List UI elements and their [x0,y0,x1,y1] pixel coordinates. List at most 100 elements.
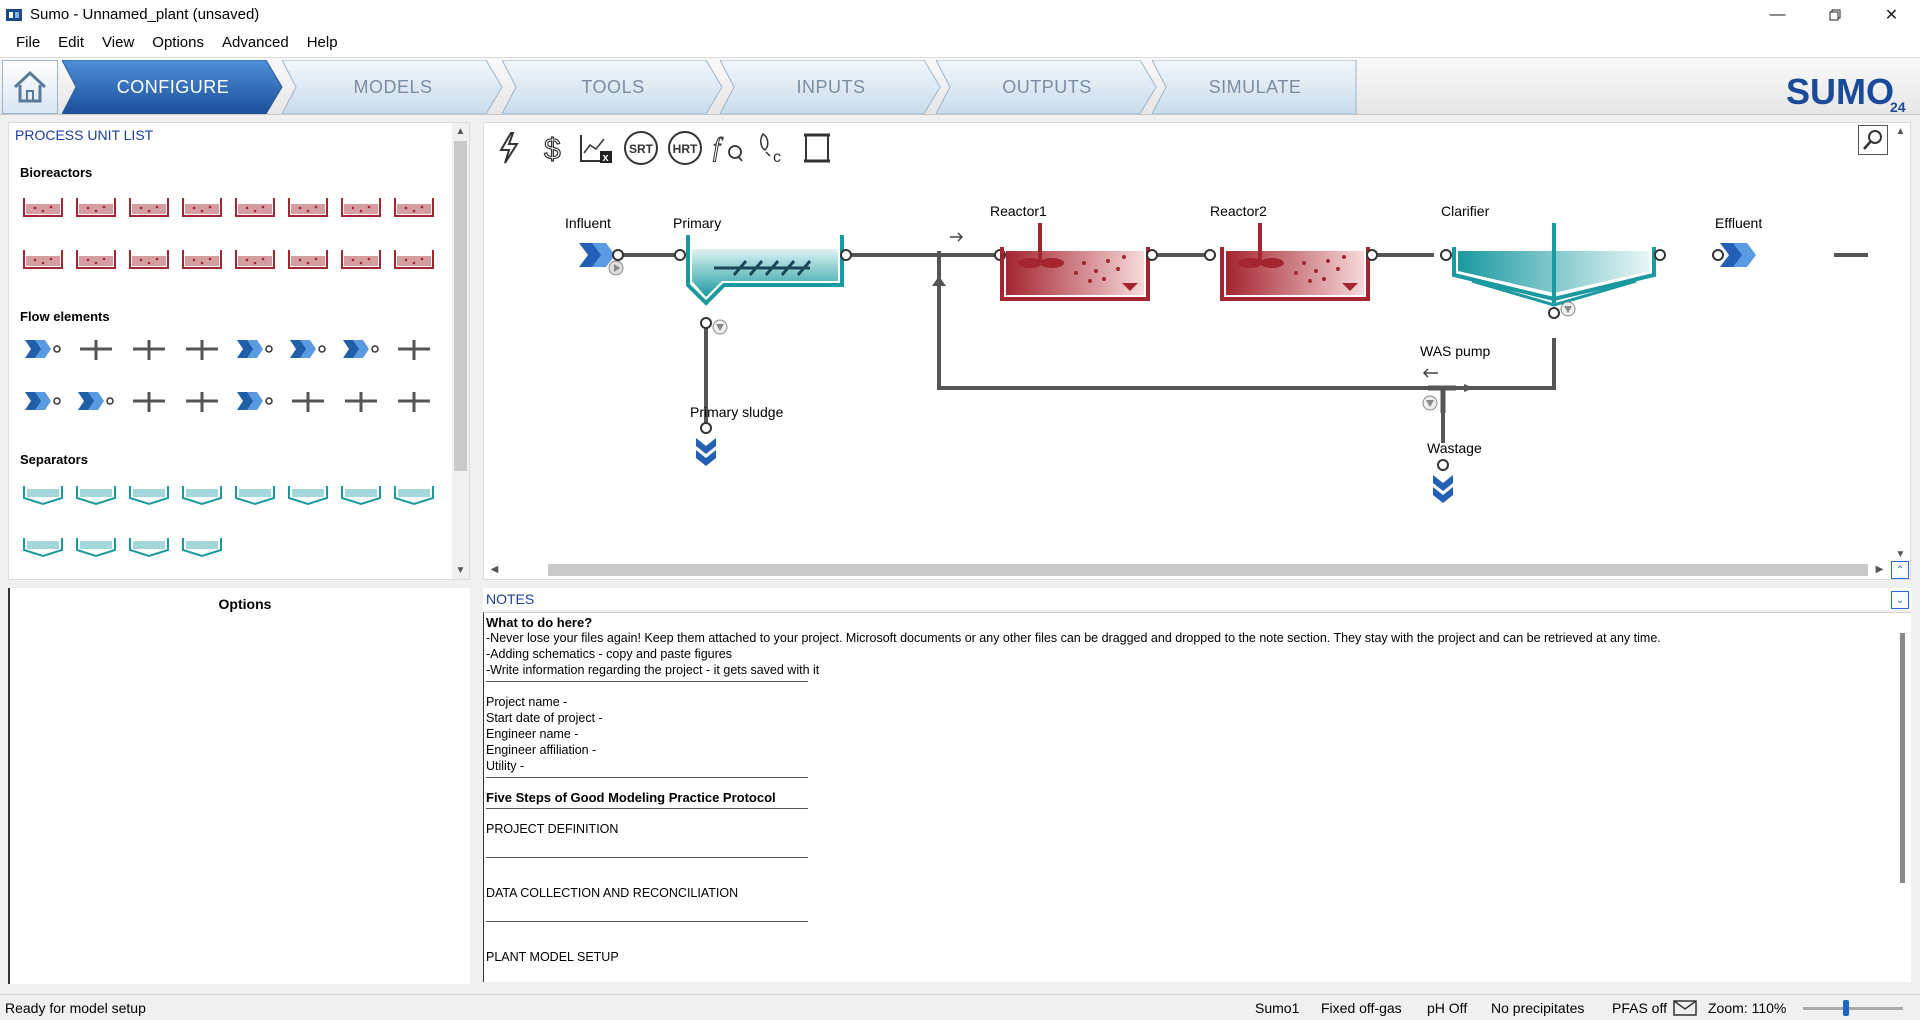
flow-element-unit-icon[interactable] [20,381,66,421]
separator-unit-icon[interactable] [338,473,384,513]
bioreactor-unit-icon[interactable] [338,237,384,277]
canvas-scroll-right-icon[interactable]: ▶ [1871,561,1888,578]
home-button[interactable] [2,60,58,114]
sumo-logo: SUMO 24 [1782,60,1912,115]
close-icon[interactable]: ✕ [1863,0,1920,29]
envelope-icon[interactable] [1673,1000,1697,1016]
status-pfas[interactable]: PFAS off [1612,1000,1667,1016]
logo-version: 24 [1890,99,1906,114]
separator-unit-icon[interactable] [73,473,119,513]
window-title: Sumo - Unnamed_plant (unsaved) [30,6,260,23]
bioreactor-unit-icon[interactable] [232,237,278,277]
menu-edit[interactable]: Edit [49,29,93,57]
flow-element-unit-icon[interactable] [338,381,384,421]
note-separator [486,808,808,809]
tab-inputs[interactable]: INPUTS [720,60,942,114]
tab-models[interactable]: MODELS [282,60,504,114]
separator-unit-icon[interactable] [73,525,119,565]
bioreactor-unit-icon[interactable] [179,237,225,277]
bioreactor-unit-icon[interactable] [391,185,437,225]
bioreactor-unit-icon[interactable] [338,185,384,225]
flow-element-unit-icon[interactable] [232,329,278,369]
separator-unit-icon[interactable] [285,473,331,513]
flow-element-unit-icon[interactable] [126,329,172,369]
separator-unit-icon[interactable] [179,525,225,565]
canvas-vscrollbar[interactable]: ▲ ▼ [1892,123,1910,563]
tab-tools-label: TOOLS [581,76,645,97]
canvas-scroll-up-icon[interactable]: ▲ [1892,123,1909,140]
expand-up-icon[interactable]: ⌃ [1891,561,1909,579]
flow-element-unit-icon[interactable] [285,329,331,369]
separator-unit-icon[interactable] [391,473,437,513]
flow-element-unit-icon[interactable] [20,329,66,369]
tab-tools[interactable]: TOOLS [502,60,724,114]
scroll-up-icon[interactable]: ▲ [452,123,469,140]
status-precipitates[interactable]: No precipitates [1491,1000,1584,1016]
flow-element-unit-icon[interactable] [73,329,119,369]
bioreactor-unit-icon[interactable] [285,185,331,225]
notes-editor[interactable]: What to do here? -Never lose your files … [483,612,1911,982]
menu-file[interactable]: File [7,29,49,57]
options-title: Options [218,596,272,612]
separator-unit-icon[interactable] [126,525,172,565]
status-offgas[interactable]: Fixed off-gas [1321,1000,1402,1016]
flow-element-unit-icon[interactable] [391,381,437,421]
note-line: Engineer name - [486,727,579,741]
bioreactor-unit-icon[interactable] [20,237,66,277]
note-separator [486,857,808,858]
tab-simulate[interactable]: SIMULATE [1152,60,1358,114]
status-ph[interactable]: pH Off [1427,1000,1467,1016]
tab-simulate-label: SIMULATE [1208,76,1302,97]
influent-unit [579,243,686,276]
flow-element-unit-icon[interactable] [232,381,278,421]
title-bar: Sumo - Unnamed_plant (unsaved) — ✕ [0,0,1920,29]
status-model[interactable]: Sumo1 [1255,1000,1299,1016]
separator-unit-icon[interactable] [232,473,278,513]
flow-element-unit-icon[interactable] [338,329,384,369]
tab-outputs[interactable]: OUTPUTS [936,60,1158,114]
menu-view[interactable]: View [93,29,143,57]
unit-list-scrollbar[interactable]: ▲ ▼ [452,123,469,579]
bioreactor-unit-icon[interactable] [285,237,331,277]
zoom-slider-thumb[interactable] [1843,1000,1849,1016]
restore-icon[interactable] [1806,0,1863,29]
menu-options[interactable]: Options [143,29,213,57]
flow-element-unit-icon[interactable] [285,381,331,421]
flow-element-unit-icon[interactable] [126,381,172,421]
flow-element-unit-icon[interactable] [179,329,225,369]
scroll-thumb[interactable] [454,141,467,471]
label-primary-sludge: Primary sludge [690,404,784,420]
tab-configure[interactable]: CONFIGURE [62,60,284,114]
separator-unit-icon[interactable] [20,473,66,513]
notes-scrollbar[interactable] [1893,613,1911,981]
bioreactor-unit-icon[interactable] [73,237,119,277]
canvas-scroll-left-icon[interactable]: ◀ [486,561,503,578]
canvas-hscrollbar[interactable]: ◀ ▶ [484,561,1888,579]
scroll-down-icon[interactable]: ▼ [452,562,469,579]
bioreactor-unit-icon[interactable] [73,185,119,225]
canvas-hscroll-thumb[interactable] [548,564,1868,576]
notes-scroll-thumb[interactable] [1900,633,1905,883]
zoom-slider-track[interactable] [1803,1007,1903,1010]
minimize-icon[interactable]: — [1749,0,1806,29]
section-flow-elements: Flow elements [20,309,110,324]
separator-unit-icon[interactable] [179,473,225,513]
note-protocol-heading: Five Steps of Good Modeling Practice Pro… [486,790,776,805]
status-zoom: Zoom: 110% [1708,1000,1787,1016]
flow-element-unit-icon[interactable] [391,329,437,369]
flowsheet-canvas[interactable]: $ x SRT HRT f c Influent Primary Reactor… [483,122,1911,580]
bioreactor-unit-icon[interactable] [126,185,172,225]
bioreactor-unit-icon[interactable] [20,185,66,225]
bioreactor-unit-icon[interactable] [391,237,437,277]
bioreactor-unit-icon[interactable] [126,237,172,277]
collapse-notes-icon[interactable]: ⌄ [1891,591,1909,609]
separator-unit-icon[interactable] [20,525,66,565]
flow-element-unit-icon[interactable] [73,381,119,421]
tab-configure-label: CONFIGURE [116,76,230,97]
bioreactor-unit-icon[interactable] [179,185,225,225]
flow-element-unit-icon[interactable] [179,381,225,421]
separator-unit-icon[interactable] [126,473,172,513]
bioreactor-unit-icon[interactable] [232,185,278,225]
menu-advanced[interactable]: Advanced [213,29,298,57]
menu-help[interactable]: Help [298,29,347,57]
